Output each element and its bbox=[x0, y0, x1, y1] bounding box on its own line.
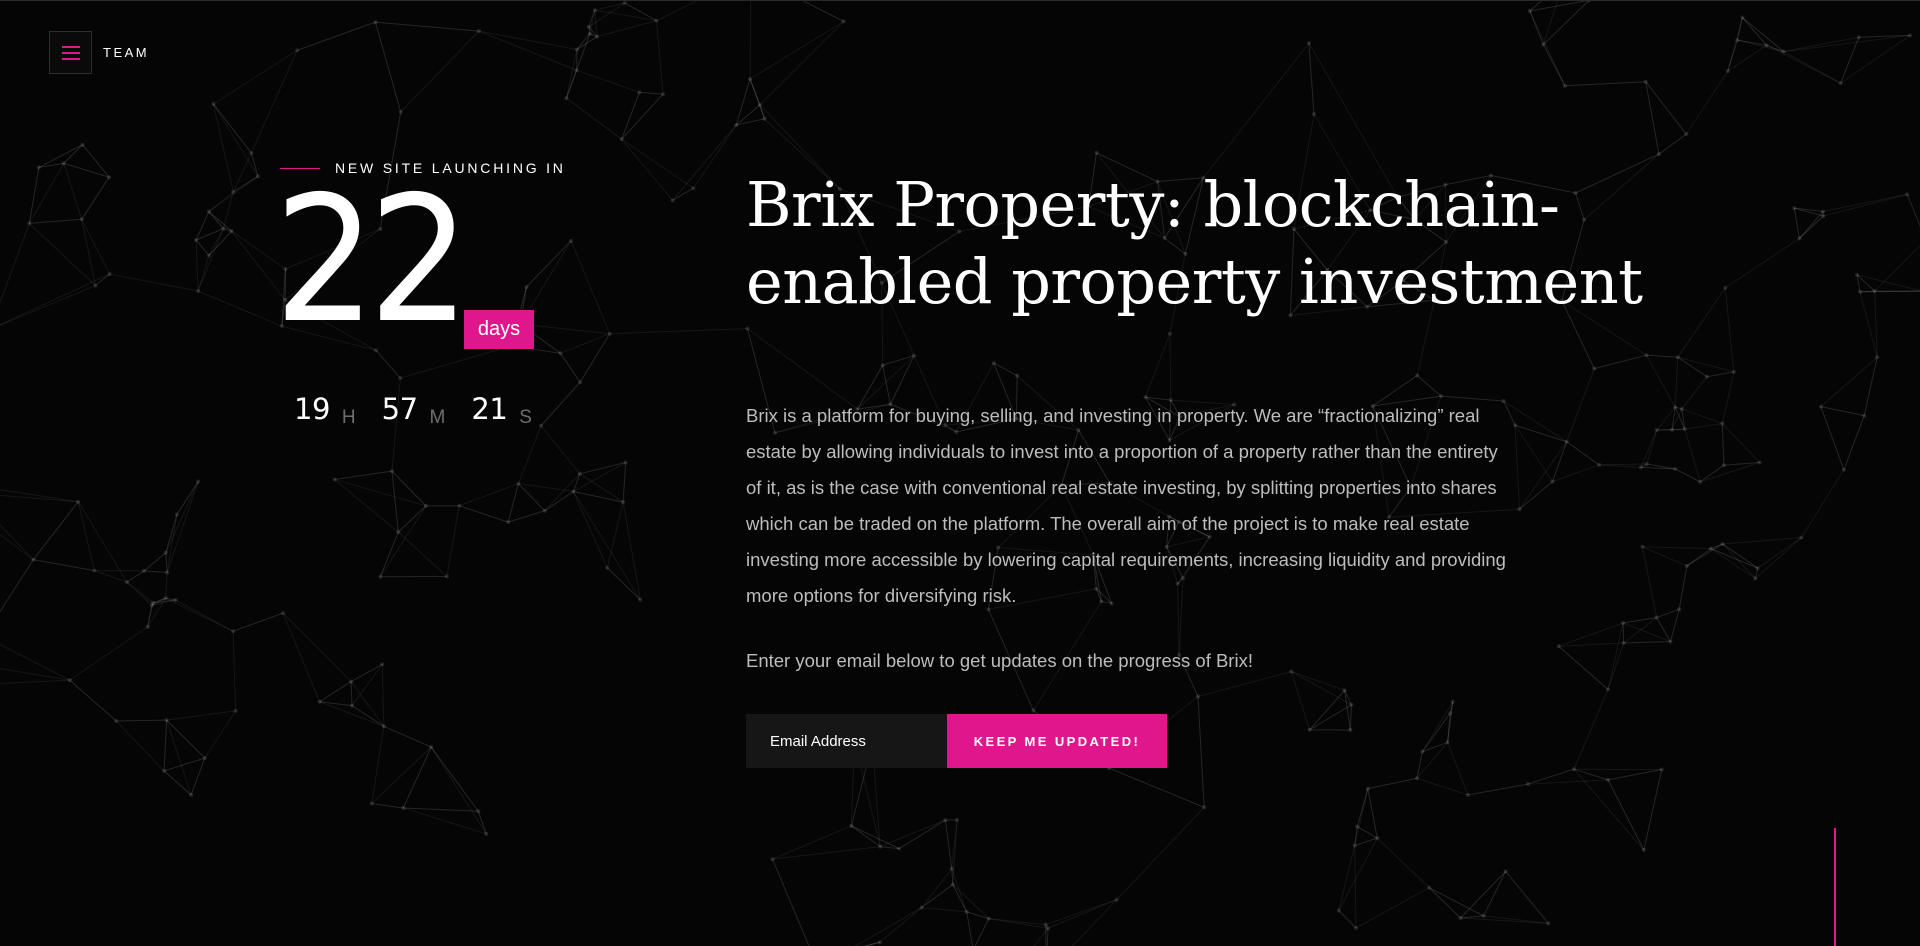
subscribe-form: KEEP ME UPDATED! bbox=[746, 714, 1666, 768]
minutes-value: 57 bbox=[381, 392, 418, 426]
menu-button[interactable] bbox=[49, 31, 92, 74]
minutes-label: M bbox=[429, 407, 446, 428]
seconds-unit: 21 S bbox=[471, 392, 532, 428]
main-content: Brix Property: blockchain-enabled proper… bbox=[746, 166, 1666, 768]
countdown: NEW SITE LAUNCHING IN 22 days 19 H 57 M … bbox=[274, 160, 640, 428]
minutes-unit: 57 M bbox=[381, 392, 446, 428]
days-number: 22 bbox=[274, 159, 470, 362]
description: Brix is a platform for buying, selling, … bbox=[746, 405, 1506, 606]
top-border bbox=[0, 0, 1920, 1]
days-badge: days bbox=[464, 310, 534, 349]
seconds-value: 21 bbox=[471, 392, 508, 426]
hamburger-icon bbox=[61, 45, 80, 48]
days-block: 22 days bbox=[274, 174, 640, 349]
time-remaining: 19 H 57 M 21 S bbox=[294, 392, 558, 428]
team-link[interactable]: TEAM bbox=[103, 45, 149, 60]
email-field[interactable] bbox=[746, 714, 947, 768]
hamburger-icon-bar bbox=[61, 57, 80, 60]
hours-value: 19 bbox=[294, 392, 330, 426]
hours-unit: 19 H bbox=[294, 392, 356, 428]
page-title: Brix Property: blockchain-enabled proper… bbox=[746, 168, 1643, 318]
keep-me-updated-button[interactable]: KEEP ME UPDATED! bbox=[947, 714, 1167, 768]
cta-text: Enter your email below to get updates on… bbox=[746, 650, 1253, 671]
hamburger-icon-bar bbox=[61, 51, 80, 54]
seconds-label: S bbox=[519, 407, 532, 428]
scroll-indicator bbox=[1834, 828, 1836, 946]
hours-label: H bbox=[341, 407, 356, 428]
